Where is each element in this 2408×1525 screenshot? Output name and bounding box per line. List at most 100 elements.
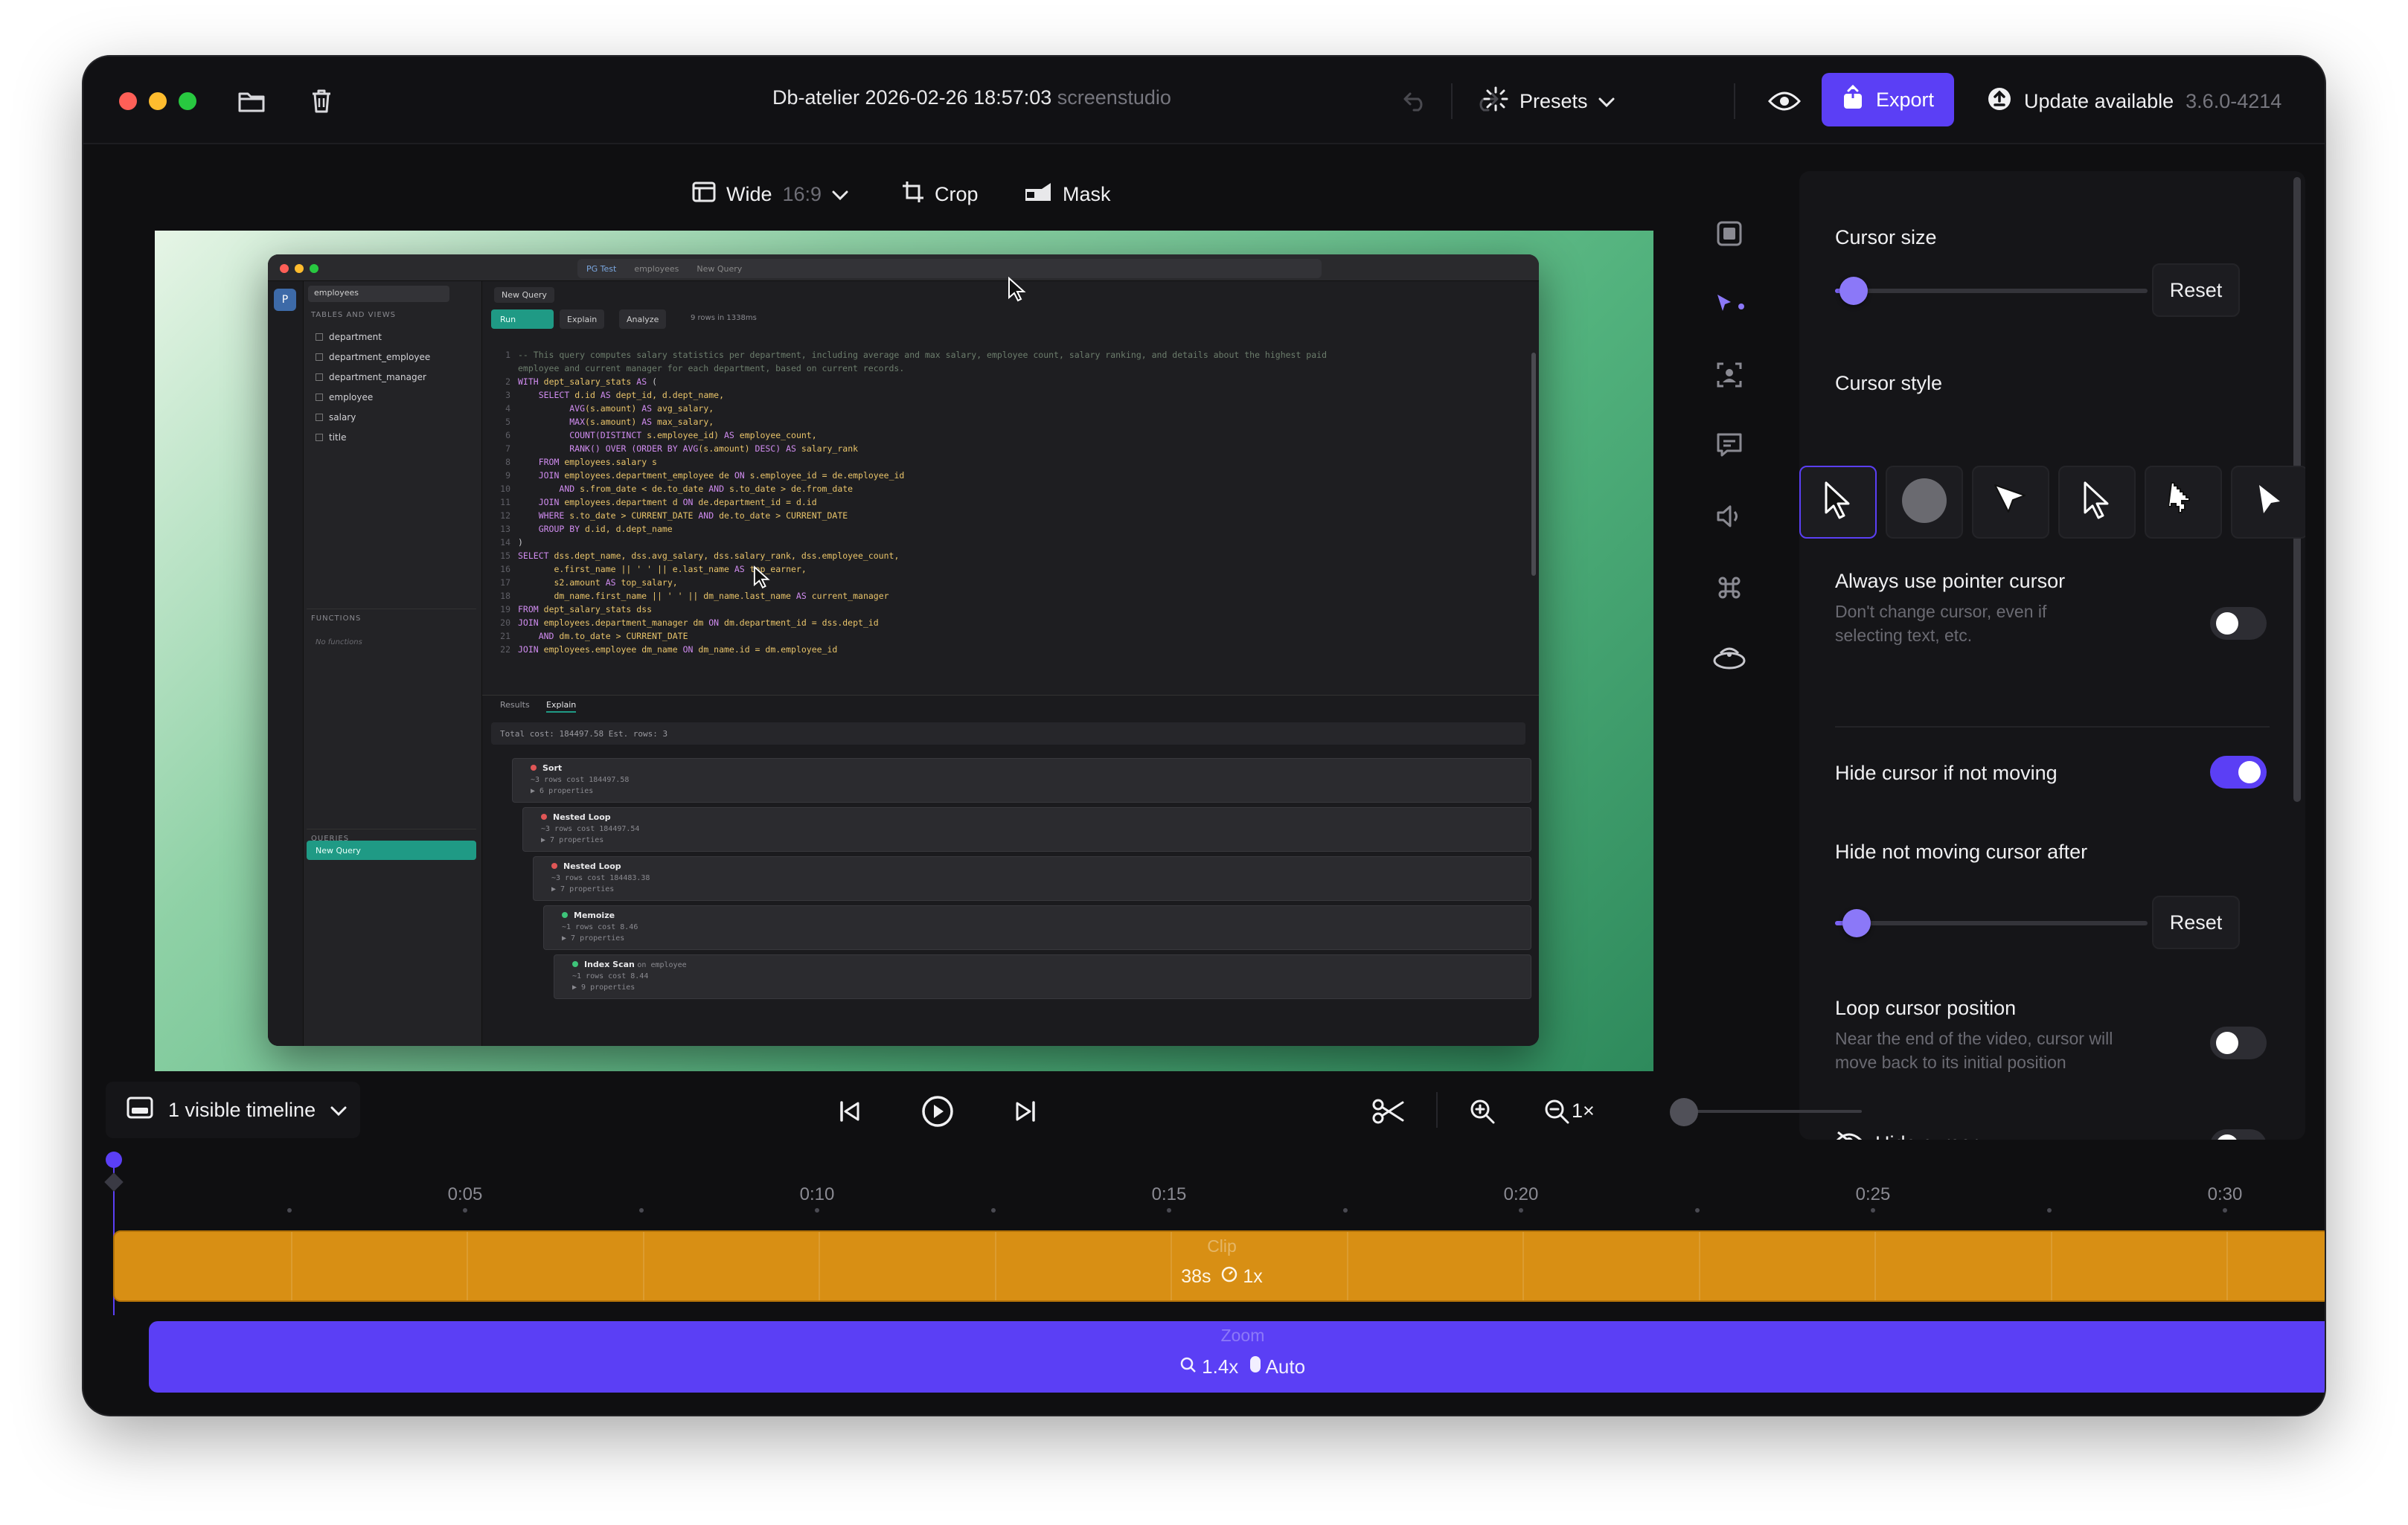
hide-after-slider[interactable] <box>1835 909 2148 937</box>
hide-cursor-toggle[interactable] <box>2210 1129 2267 1140</box>
visible-timeline-label: 1 visible timeline <box>168 1098 316 1121</box>
hide-after-reset-button[interactable]: Reset <box>2152 896 2240 949</box>
timeline-scale-knob[interactable] <box>1670 1098 1698 1126</box>
table-item: department_manager <box>316 372 426 382</box>
always-pointer-toggle[interactable] <box>2210 607 2267 640</box>
timeline-icon <box>127 1097 153 1124</box>
visible-timeline-select[interactable]: 1 visible timeline <box>106 1082 360 1138</box>
playhead-handle[interactable] <box>106 1152 122 1168</box>
macos-arrow-icon <box>1823 480 1853 525</box>
audio-icon[interactable] <box>1711 498 1747 534</box>
cursor-style-option[interactable] <box>2058 466 2136 539</box>
eye-icon[interactable] <box>1767 83 1802 119</box>
timeline-tick <box>1519 1208 1523 1213</box>
cursor-style-option[interactable] <box>2231 466 2305 539</box>
timeline-tick-label: 0:20 <box>1503 1184 1539 1204</box>
pixel-arrow-icon <box>2167 480 2198 525</box>
slider-knob[interactable] <box>1842 909 1871 937</box>
recorded-editor: New Query Run Explain Analyze 9 rows in … <box>482 281 1539 695</box>
settings-divider <box>1835 726 2270 728</box>
slider-knob[interactable] <box>1839 277 1869 305</box>
aspect-ratio-select[interactable]: Wide 16:9 <box>692 176 848 213</box>
zoom-out-icon[interactable] <box>1539 1094 1575 1129</box>
cursor-style-option[interactable] <box>1799 466 1877 539</box>
zoom-track[interactable]: Zoom 1.4x Auto <box>149 1321 2325 1393</box>
clip-track[interactable]: Clip 38s 1x <box>113 1230 2325 1302</box>
table-item: title <box>316 432 346 443</box>
schema-tab: employees <box>634 263 679 274</box>
background-icon[interactable] <box>1711 216 1747 251</box>
presets-button[interactable]: Presets <box>1482 80 1615 122</box>
shortcuts-icon[interactable] <box>1711 570 1747 606</box>
magnifier-icon <box>1180 1355 1197 1378</box>
skip-forward-icon[interactable] <box>1008 1094 1043 1129</box>
cursor-style-option[interactable] <box>1972 466 2049 539</box>
update-available-button[interactable]: Update available 3.6.0-4214 <box>1987 83 2281 119</box>
timeline-tick <box>1167 1208 1171 1213</box>
play-icon[interactable] <box>920 1094 955 1129</box>
loop-cursor-label: Loop cursor position <box>1835 997 2017 1019</box>
playhead-marker <box>104 1172 124 1192</box>
timeline-tick <box>815 1208 819 1213</box>
timeline-minor-tick <box>2046 1208 2052 1213</box>
cursor-size-slider[interactable] <box>1835 277 2148 305</box>
close-window-button[interactable] <box>119 92 137 110</box>
recorded-app-window: PG Test employees New Query P employees … <box>268 254 1539 1046</box>
rows-info: 9 rows in 1338ms <box>691 314 757 322</box>
mouse-icon <box>1249 1355 1261 1378</box>
chevron-down-icon <box>330 1099 347 1122</box>
functions-header: FUNCTIONS <box>311 614 362 623</box>
analyze-button: Analyze <box>619 309 667 329</box>
cursor-settings-icon[interactable] <box>1711 287 1747 323</box>
clip-duration: 38s <box>1181 1266 1211 1287</box>
zoom-in-icon[interactable] <box>1464 1094 1500 1129</box>
connection-tab: PG Test <box>586 263 617 274</box>
timeline-minor-tick <box>990 1208 996 1213</box>
gesture-icon[interactable] <box>1711 641 1747 677</box>
white-arrow-icon <box>1992 482 2029 523</box>
crop-button[interactable]: Crop <box>902 176 979 213</box>
hide-not-moving-toggle[interactable] <box>2210 756 2267 789</box>
cursor-size-reset-button[interactable]: Reset <box>2152 263 2240 317</box>
loop-cursor-toggle[interactable] <box>2210 1027 2267 1059</box>
export-button[interactable]: Export <box>1822 73 1954 126</box>
table-item: employee <box>316 392 373 402</box>
zoom-window-button[interactable] <box>179 92 196 110</box>
caption-icon[interactable] <box>1711 427 1747 463</box>
timeline-tick-label: 0:30 <box>2207 1184 2243 1204</box>
chevron-down-icon <box>1598 90 1615 113</box>
clip-meta: 38s 1x <box>115 1266 2325 1288</box>
scissors-icon[interactable] <box>1371 1094 1406 1129</box>
timeline-minor-tick <box>638 1208 644 1213</box>
folder-icon[interactable] <box>234 83 269 119</box>
cursor-style-option[interactable] <box>1886 466 1963 539</box>
timeline-scale-slider[interactable] <box>1683 1110 1862 1113</box>
cursor-style-option[interactable] <box>2145 466 2222 539</box>
camera-icon[interactable] <box>1711 357 1747 393</box>
mask-button[interactable]: Mask <box>1024 176 1111 213</box>
clip-speed: 1x <box>1243 1266 1263 1287</box>
plan-node: Sort ~3 rows cost 184497.58 ▶ 6 properti… <box>512 758 1531 803</box>
tables-header: TABLES AND VIEWS <box>311 311 396 319</box>
trash-icon[interactable] <box>304 83 339 119</box>
zoom-level: 1.4x <box>1202 1355 1239 1378</box>
plan-node: Index Scan on employee ~1 rows cost 8.44… <box>554 954 1531 999</box>
version-label: 3.6.0-4214 <box>2186 89 2282 112</box>
plan-node: Nested Loop ~3 rows cost 184483.38 ▶ 7 p… <box>533 856 1531 901</box>
zoom-title: Zoom <box>1220 1326 1265 1345</box>
controls-divider <box>1436 1092 1438 1128</box>
explain-button: Explain <box>560 309 605 329</box>
undo-icon[interactable] <box>1397 83 1433 119</box>
skip-back-icon[interactable] <box>832 1094 868 1129</box>
total-cost: Total cost: 184497.58 Est. rows: 3 <box>491 722 1525 745</box>
results-tab: Results <box>500 700 530 710</box>
cursor-style-label: Cursor style <box>1835 372 1943 394</box>
mask-icon <box>1024 182 1052 208</box>
zoom-mode: Auto <box>1265 1355 1306 1378</box>
minimize-window-button[interactable] <box>149 92 167 110</box>
speed-icon <box>1221 1266 1237 1287</box>
crop-label: Crop <box>935 182 979 205</box>
recorded-results-panel: Results Explain Total cost: 184497.58 Es… <box>482 695 1539 1046</box>
video-preview[interactable]: PG Test employees New Query P employees … <box>155 231 1653 1071</box>
table-item: department_employee <box>316 352 430 362</box>
